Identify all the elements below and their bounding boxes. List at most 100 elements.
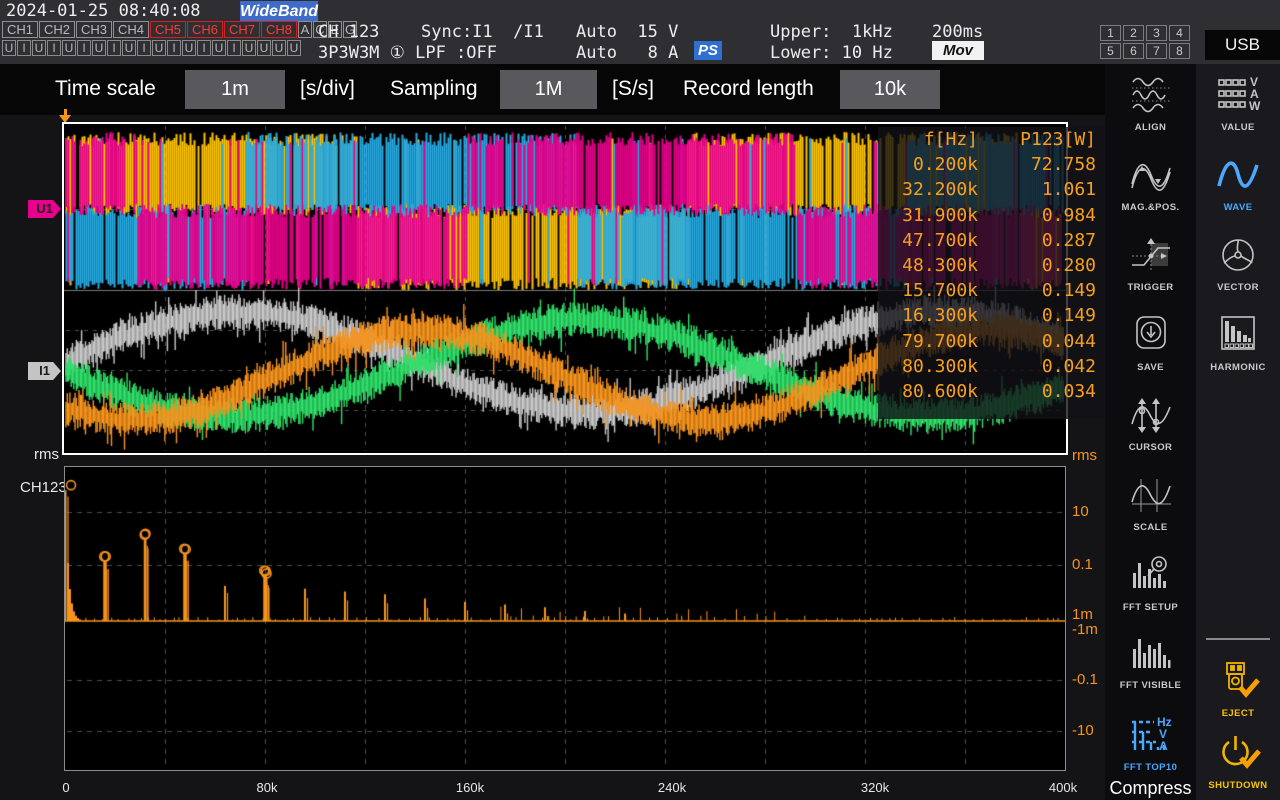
- sidebar-item-magpos[interactable]: MAG.&POS.: [1105, 154, 1196, 213]
- sidebar-item-cursor[interactable]: CURSOR: [1105, 394, 1196, 453]
- current-range: Auto 8 A: [576, 43, 678, 63]
- sidebar-item-shutdown[interactable]: SHUTDOWN: [1196, 732, 1280, 791]
- status-bar: 2024-01-25 08:40:08 WideBand CH1CH2CH3CH…: [0, 0, 1280, 64]
- channel-indicator-ch5[interactable]: CH5: [150, 21, 186, 38]
- ui-indicator-0: U: [2, 40, 16, 56]
- spectrum-y-tick: 10: [1072, 503, 1089, 520]
- fft-table-row: 32.200k1.061: [878, 177, 1106, 202]
- spectrum-x-tick: 400k: [1049, 780, 1077, 795]
- spectrum-x-tick: 0: [62, 780, 69, 795]
- trigger-icon: [1105, 234, 1196, 281]
- fft-table-row: 31.900k0.984: [878, 203, 1106, 228]
- sampling-button[interactable]: 1M: [500, 70, 597, 109]
- eject-icon: [1196, 660, 1280, 707]
- sidebar-item-scale[interactable]: SCALE: [1105, 474, 1196, 533]
- page-button-4[interactable]: 4: [1169, 25, 1190, 41]
- ui-indicator-4: U: [62, 40, 76, 56]
- ffttop10-icon: Hz V A: [1105, 714, 1196, 761]
- page-button-1[interactable]: 1: [1100, 25, 1121, 41]
- ui-indicator-14: U: [212, 40, 226, 56]
- sidebar-item-align[interactable]: ALIGN: [1105, 74, 1196, 133]
- channel-indicator-ch1[interactable]: CH1: [2, 21, 38, 38]
- magpos-icon: [1105, 154, 1196, 201]
- datetime: 2024-01-25 08:40:08: [6, 1, 200, 21]
- channel-indicator-ch4[interactable]: CH4: [113, 21, 149, 38]
- spectrum-unit-right: rms: [1072, 447, 1097, 464]
- ui-indicator-2: U: [32, 40, 46, 56]
- wave-icon: [1196, 154, 1280, 201]
- sidebar-item-label: VECTOR: [1196, 282, 1280, 293]
- page-button-2[interactable]: 2: [1123, 25, 1144, 41]
- harmonic-icon: [1196, 314, 1280, 361]
- upper-freq: Upper: 1kHz: [770, 22, 893, 42]
- fft-power-value: 0.149: [978, 280, 1106, 301]
- page-buttons-row2: 5678: [1100, 42, 1196, 60]
- sidebar-item-label: FFT TOP10: [1105, 762, 1196, 773]
- page-button-8[interactable]: 8: [1169, 43, 1190, 59]
- spectrum-panel[interactable]: [64, 466, 1066, 771]
- ui-indicator-10: U: [152, 40, 166, 56]
- svg-text:A: A: [1159, 739, 1168, 753]
- sampling-unit: [S/s]: [612, 77, 654, 101]
- wiring-mode: 3P3W3M ① LPF :OFF: [318, 43, 497, 63]
- fft-table-row: 48.300k0.280: [878, 253, 1106, 278]
- page-buttons-row1: 1234: [1100, 24, 1196, 42]
- spectrum-canvas[interactable]: [65, 467, 1065, 770]
- channel-ui-row: UIUIUIUIUIUIUIUIUUUU: [2, 40, 302, 58]
- page-button-6[interactable]: 6: [1123, 43, 1144, 59]
- fft-frequency-value: 16.300k: [878, 305, 978, 326]
- ui-indicator-11: I: [167, 40, 181, 56]
- sidebar-item-ffttop10[interactable]: Hz V AFFT TOP10: [1105, 714, 1196, 773]
- ui-indicator-12: U: [182, 40, 196, 56]
- fft-power-value: 0.287: [978, 230, 1106, 251]
- fft-power-value: 0.034: [978, 381, 1106, 402]
- sidebar-item-harmonic[interactable]: HARMONIC: [1196, 314, 1280, 373]
- channel-indicator-ch6[interactable]: CH6: [187, 21, 223, 38]
- sidebar-item-eject[interactable]: EJECT: [1196, 660, 1280, 719]
- fft-frequency-value: 47.700k: [878, 230, 978, 251]
- aux-channel-indicator-a[interactable]: A: [298, 21, 312, 38]
- page-button-7[interactable]: 7: [1146, 43, 1167, 59]
- channel-indicator-ch2[interactable]: CH2: [39, 21, 75, 38]
- sidebar-item-fftvisible[interactable]: FFT VISIBLE: [1105, 632, 1196, 691]
- sidebar-item-value[interactable]: V A WVALUE: [1196, 74, 1280, 133]
- sidebar-item-vector[interactable]: VECTOR: [1196, 234, 1280, 293]
- sidebar-item-label: ALIGN: [1105, 122, 1196, 133]
- sidebar-item-label: SCALE: [1105, 522, 1196, 533]
- channel-indicator-ch8[interactable]: CH8: [261, 21, 297, 38]
- sidebar-item-trigger[interactable]: TRIGGER: [1105, 234, 1196, 293]
- ui-indicator-9: I: [137, 40, 151, 56]
- spectrum-x-tick: 80k: [257, 780, 278, 795]
- fft-frequency-value: 80.300k: [878, 356, 978, 377]
- spectrum-y-tick: 0.1: [1072, 556, 1093, 573]
- ui-indicator-16: U: [242, 40, 256, 56]
- time-scale-label: Time scale: [55, 77, 156, 101]
- u1-channel-tag[interactable]: U1: [28, 200, 61, 218]
- fft-power-value: 72.758: [978, 154, 1106, 175]
- ui-indicator-6: U: [92, 40, 106, 56]
- sync-source: Sync:I1 /I1: [421, 22, 544, 42]
- page-button-3[interactable]: 3: [1146, 25, 1167, 41]
- sidebar-item-fftsetup[interactable]: FFT SETUP: [1105, 554, 1196, 613]
- fft-power-value: 0.044: [978, 331, 1106, 352]
- wiring-channels: CH 123: [318, 22, 379, 42]
- page-button-5[interactable]: 5: [1100, 43, 1121, 59]
- wideband-badge: WideBand: [240, 1, 318, 22]
- shutdown-icon: [1196, 732, 1280, 779]
- trigger-position-marker[interactable]: [59, 109, 72, 123]
- value-icon: V A W: [1196, 74, 1280, 121]
- time-scale-button[interactable]: 1m: [185, 70, 285, 109]
- fft-table-row: 80.300k0.042: [878, 354, 1106, 379]
- sidebar-item-save[interactable]: SAVE: [1105, 314, 1196, 373]
- fft-table-row: 16.300k0.149: [878, 303, 1106, 328]
- ui-indicator-13: I: [197, 40, 211, 56]
- channel-indicator-ch3[interactable]: CH3: [76, 21, 112, 38]
- usb-status: USB: [1205, 30, 1280, 60]
- save-icon: [1105, 314, 1196, 361]
- sidebar-item-wave[interactable]: WAVE: [1196, 154, 1280, 213]
- fft-frequency-value: 0.200k: [878, 154, 978, 175]
- record-length-button[interactable]: 10k: [840, 70, 940, 109]
- i1-channel-tag[interactable]: I1: [28, 362, 61, 380]
- channel-indicator-ch7[interactable]: CH7: [224, 21, 260, 38]
- sidebar-divider: [1206, 638, 1270, 640]
